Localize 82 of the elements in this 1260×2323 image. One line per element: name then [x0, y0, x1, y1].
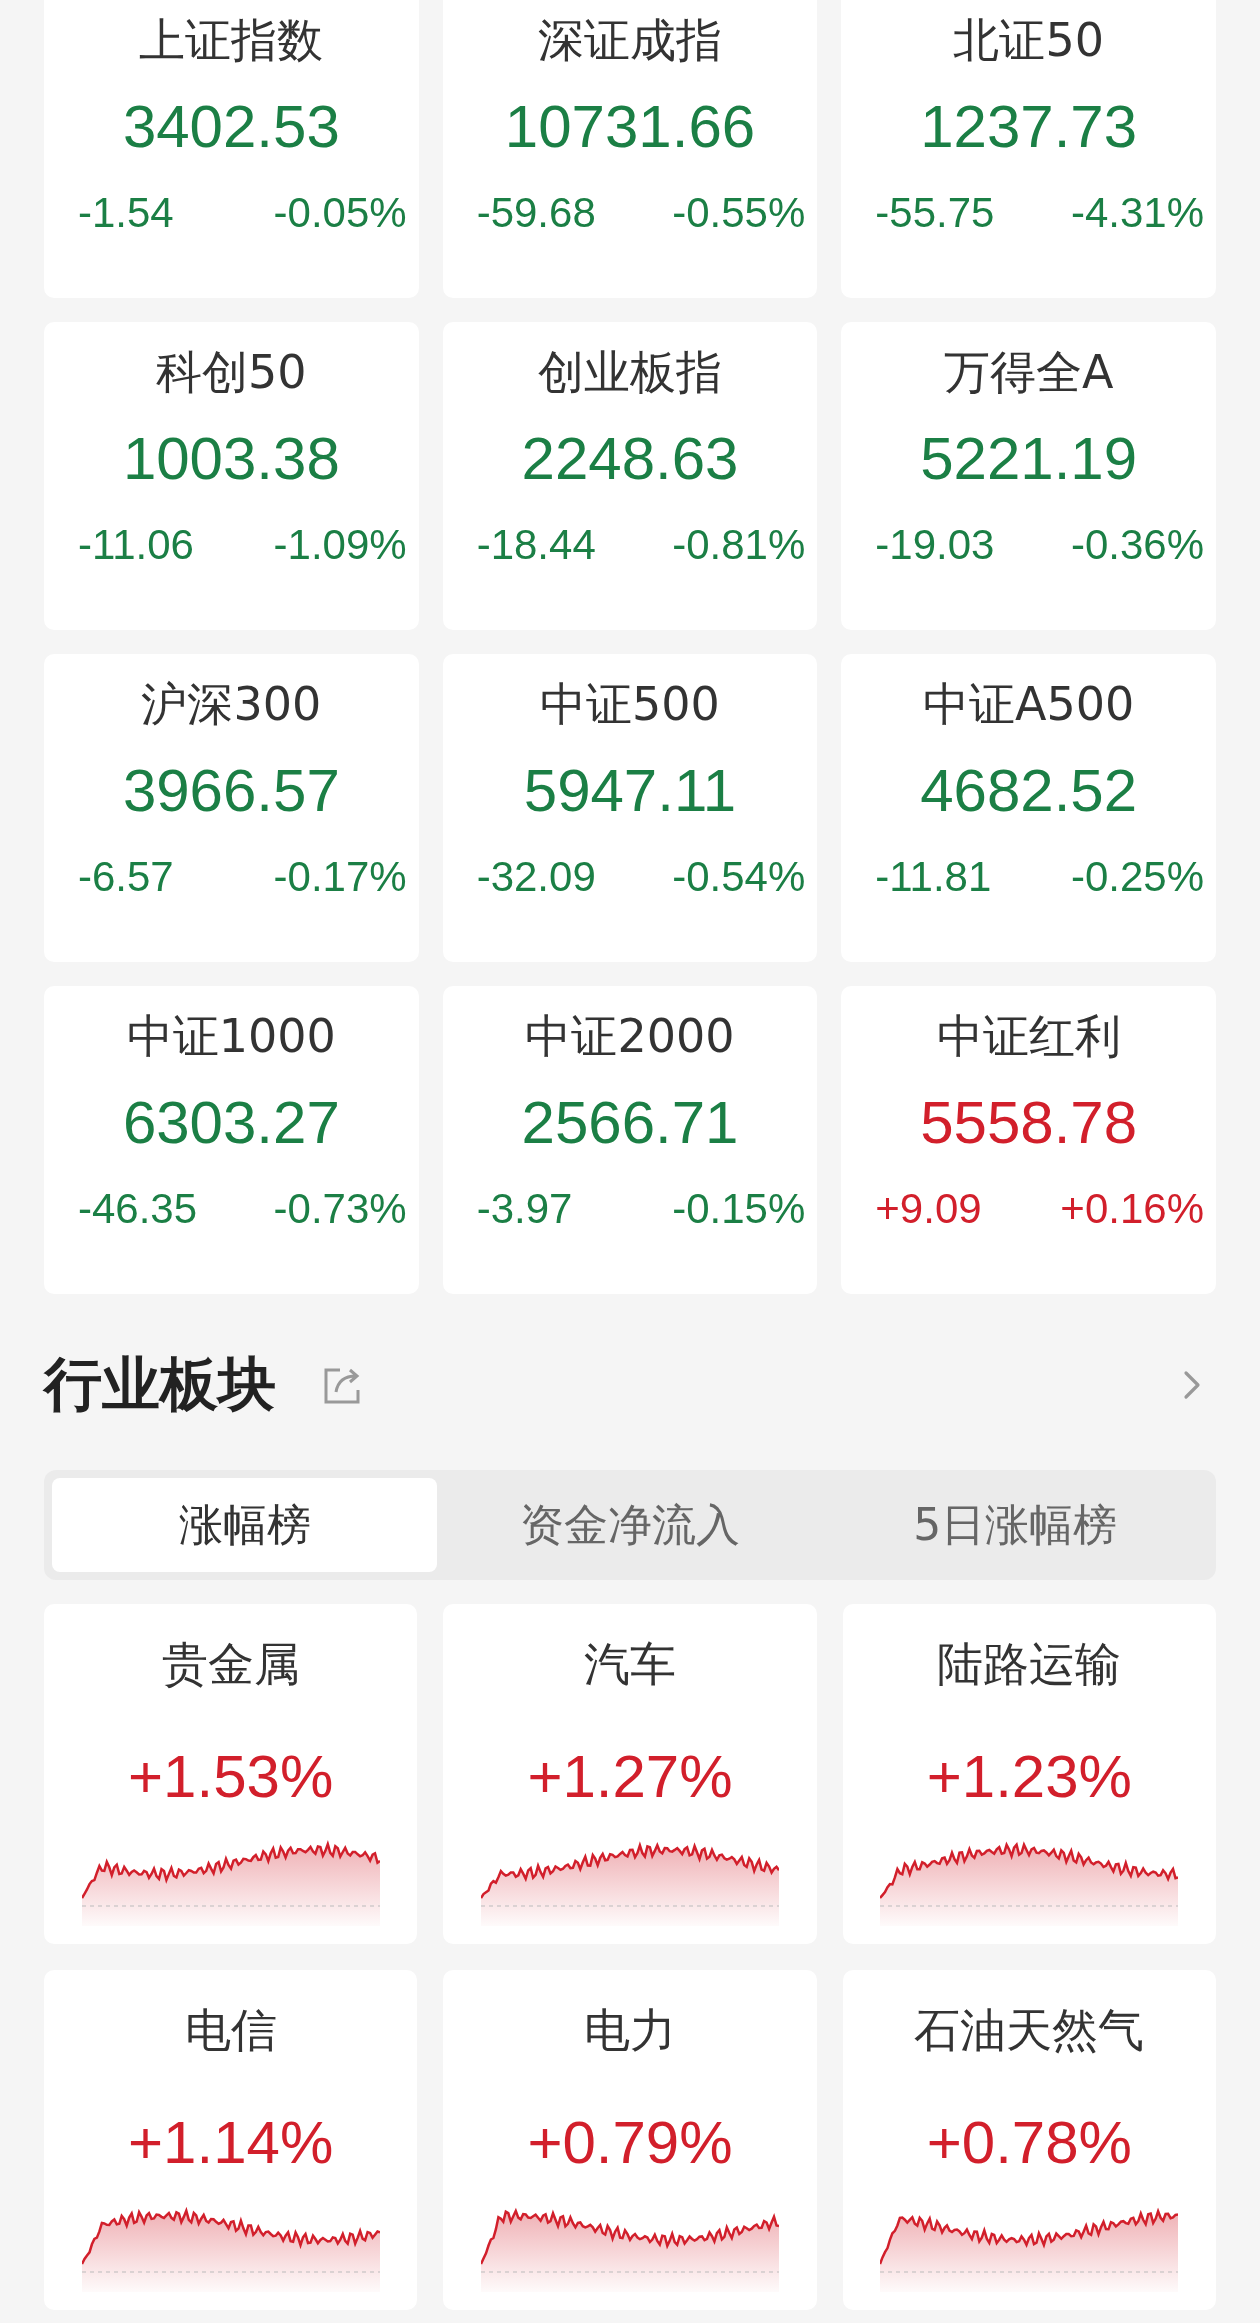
index-card[interactable]: 中证A500 4682.52 -11.81 -0.25% — [841, 654, 1216, 962]
index-value: 5947.11 — [523, 756, 737, 826]
index-name: 科创50 — [156, 344, 307, 401]
index-percent: -1.09% — [273, 520, 407, 570]
tab[interactable]: 涨幅榜 — [52, 1478, 438, 1572]
sector-percent: +1.27% — [527, 1742, 733, 1812]
index-change: -3.97 — [476, 1184, 573, 1234]
index-value: 5558.78 — [920, 1088, 1138, 1158]
sector-percent: +1.53% — [128, 1742, 334, 1812]
tab[interactable]: 5日涨幅榜 — [822, 1478, 1208, 1572]
index-percent: -0.05% — [273, 188, 407, 238]
sector-card[interactable]: 汽车 +1.27% — [443, 1604, 817, 1944]
index-card[interactable]: 创业板指 2248.63 -18.44 -0.81% — [442, 322, 818, 630]
sector-name: 电信 — [184, 2002, 277, 2059]
index-name: 中证红利 — [936, 1008, 1121, 1065]
index-percent: -0.25% — [1070, 852, 1204, 902]
index-percent: +0.16% — [1060, 1184, 1204, 1234]
index-card[interactable]: 北证50 1237.73 -55.75 -4.31% — [841, 0, 1216, 298]
sector-card[interactable]: 贵金属 +1.53% — [44, 1604, 418, 1944]
sector-name: 贵金属 — [161, 1636, 300, 1693]
sector-name: 电力 — [584, 2002, 676, 2059]
sector-name: 陆路运输 — [937, 1636, 1122, 1693]
sector-percent: +1.23% — [926, 1742, 1132, 1812]
index-name: 深证成指 — [538, 12, 722, 69]
index-change: -19.03 — [875, 520, 995, 570]
index-change: -32.09 — [476, 852, 596, 902]
sector-card[interactable]: 石油天然气 +0.78% — [842, 1970, 1216, 2310]
index-name: 北证50 — [953, 12, 1104, 69]
index-name: 中证A500 — [923, 676, 1135, 733]
index-value: 3402.53 — [122, 92, 340, 162]
tab[interactable]: 资金净流入 — [437, 1478, 823, 1572]
index-card[interactable]: 中证500 5947.11 -32.09 -0.54% — [442, 654, 818, 962]
index-percent: -0.15% — [672, 1184, 806, 1234]
index-name: 上证指数 — [139, 12, 324, 69]
index-percent: -0.17% — [273, 852, 407, 902]
index-change: -1.54 — [78, 188, 174, 238]
index-percent: -0.36% — [1070, 520, 1204, 570]
index-value: 2248.63 — [521, 424, 739, 494]
index-value: 2566.71 — [521, 1088, 739, 1158]
sector-name: 石油天然气 — [914, 2002, 1145, 2059]
index-name: 中证500 — [540, 676, 720, 733]
index-percent: -4.31% — [1070, 188, 1204, 238]
index-change: -11.81 — [875, 852, 992, 902]
index-card[interactable]: 上证指数 3402.53 -1.54 -0.05% — [44, 0, 419, 298]
sector-card[interactable]: 电信 +1.14% — [44, 1970, 418, 2310]
index-change: -18.44 — [476, 520, 596, 570]
sector-percent: +0.79% — [527, 2108, 733, 2178]
index-card[interactable]: 沪深300 3966.57 -6.57 -0.17% — [44, 654, 419, 962]
index-card[interactable]: 中证1000 6303.27 -46.35 -0.73% — [44, 986, 419, 1294]
index-value: 1003.38 — [122, 424, 340, 494]
index-card[interactable]: 深证成指 10731.66 -59.68 -0.55% — [442, 0, 818, 298]
section-title: 行业板块 — [44, 1349, 276, 1420]
index-change: -59.68 — [476, 188, 596, 238]
index-percent: -0.73% — [273, 1184, 407, 1234]
index-percent: -0.55% — [672, 188, 806, 238]
index-change: -55.75 — [875, 188, 995, 238]
index-change: -11.06 — [78, 520, 194, 570]
index-card[interactable]: 中证红利 5558.78 +9.09 +0.16% — [841, 986, 1216, 1294]
index-card[interactable]: 万得全A 5221.19 -19.03 -0.36% — [841, 322, 1216, 630]
index-name: 沪深300 — [141, 676, 322, 733]
index-value: 10731.66 — [504, 92, 756, 162]
index-change: -46.35 — [78, 1184, 198, 1234]
index-percent: -0.54% — [672, 852, 806, 902]
index-name: 创业板指 — [538, 344, 722, 401]
sector-card[interactable]: 电力 +0.79% — [443, 1970, 817, 2310]
index-value: 5221.19 — [920, 424, 1138, 494]
index-card[interactable]: 中证2000 2566.71 -3.97 -0.15% — [442, 986, 818, 1294]
sector-name: 汽车 — [584, 1636, 676, 1693]
index-value: 6303.27 — [122, 1088, 340, 1158]
index-change: +9.09 — [875, 1184, 982, 1234]
index-value: 1237.73 — [920, 92, 1138, 162]
index-card[interactable]: 科创50 1003.38 -11.06 -1.09% — [44, 322, 419, 630]
index-name: 中证1000 — [126, 1008, 336, 1065]
index-value: 4682.52 — [920, 756, 1138, 826]
sector-percent: +0.78% — [926, 2108, 1132, 2178]
index-change: -6.57 — [78, 852, 174, 902]
sector-percent: +1.14% — [128, 2108, 334, 2178]
sector-card[interactable]: 陆路运输 +1.23% — [842, 1604, 1216, 1944]
index-name: 万得全A — [943, 344, 1114, 401]
index-value: 3966.57 — [122, 756, 340, 826]
index-name: 中证2000 — [525, 1008, 735, 1065]
index-percent: -0.81% — [672, 520, 806, 570]
